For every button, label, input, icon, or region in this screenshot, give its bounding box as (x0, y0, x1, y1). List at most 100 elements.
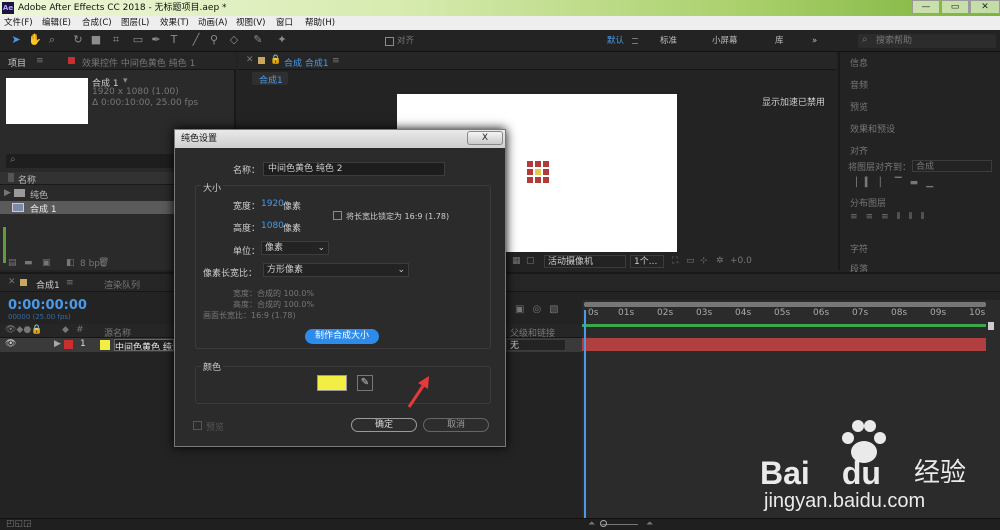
panel-effects-presets[interactable]: 效果和预设 (850, 122, 895, 135)
panel-info[interactable]: 信息 (850, 56, 868, 69)
work-area-end-icon[interactable] (988, 322, 994, 330)
layer-name[interactable]: 中间色黄色 纯色 (114, 339, 174, 351)
timeline-icon[interactable]: ▭ (686, 256, 695, 266)
zoom-tool-icon[interactable]: ⌕ (46, 34, 58, 46)
zoom-out-icon[interactable]: ⏶ (588, 519, 595, 529)
layer-label-color[interactable] (64, 340, 73, 349)
lock-icon[interactable]: 🔒 (270, 55, 281, 65)
minimize-button[interactable]: — (912, 0, 940, 14)
camera-tool-icon[interactable]: ■ (90, 34, 102, 46)
pan-behind-tool-icon[interactable]: ⌗ (110, 34, 122, 46)
zoom-slider[interactable] (602, 524, 638, 525)
exposure-value[interactable]: +0.0 (730, 256, 752, 266)
color-depth-icon[interactable]: ◧ (66, 258, 75, 268)
camera-select[interactable]: 活动摄像机 (544, 255, 626, 268)
cancel-button[interactable]: 取消 (423, 418, 489, 432)
mask-icon[interactable]: ▢ (526, 256, 535, 266)
pixel-aspect-select[interactable]: 方形像素 ⌄ (263, 263, 409, 277)
dialog-close-button[interactable]: X (467, 131, 503, 145)
panel-audio[interactable]: 音频 (850, 78, 868, 91)
clone-tool-icon[interactable]: ⚲ (208, 34, 220, 46)
expand-arrow-icon[interactable]: ▶ (4, 188, 11, 198)
puppet-tool-icon[interactable]: ✦ (276, 34, 288, 46)
rotate-tool-icon[interactable]: ↻ (72, 34, 84, 46)
parent-select[interactable]: 无 (506, 339, 566, 351)
menu-view[interactable]: 视图(V) (236, 17, 265, 29)
tab-render-queue[interactable]: 渲染队列 (104, 278, 140, 291)
menu-layer[interactable]: 图层(L) (121, 17, 149, 29)
new-comp-icon[interactable]: ▣ (42, 258, 51, 268)
menu-file[interactable]: 文件(F) (4, 17, 33, 29)
more-workspaces-button[interactable]: » (812, 35, 817, 47)
units-select[interactable]: 像素 ⌄ (261, 241, 329, 255)
roto-brush-icon[interactable]: ✎ (252, 34, 264, 46)
tab-project[interactable]: 项目 (8, 56, 26, 69)
trash-icon[interactable]: 🗑 (98, 258, 109, 268)
panel-menu-icon[interactable]: ≡ (36, 56, 44, 66)
panel-menu-icon[interactable]: ≡ (66, 278, 74, 288)
tab-composition[interactable]: 合成 合成1 (284, 56, 329, 69)
help-search-box[interactable]: ⌕ 搜索帮助 (858, 34, 996, 48)
solid-layer-anchor-grid[interactable] (527, 161, 549, 183)
new-folder-icon[interactable]: ▬ (24, 258, 33, 268)
reset-exposure-icon[interactable]: ✲ (716, 256, 724, 266)
maximize-button[interactable]: ▭ (941, 0, 969, 14)
lock-aspect-checkbox[interactable] (333, 211, 342, 220)
fast-preview-icon[interactable]: ⛶ (672, 256, 678, 266)
ok-button[interactable]: 确定 (351, 418, 417, 432)
panel-align[interactable]: 对齐 (850, 144, 868, 157)
distribute-buttons-icon[interactable]: ≡≡≡⦀⦀⦀ (850, 212, 933, 222)
panel-menu-icon[interactable]: ≡ (332, 56, 340, 66)
layer-duration-bar[interactable] (582, 338, 986, 351)
interpret-footage-icon[interactable]: ▤ (8, 258, 17, 268)
name-field[interactable]: 中间色黄色 纯色 2 (263, 162, 445, 176)
zoom-slider-handle[interactable] (600, 520, 607, 527)
close-tab-icon[interactable]: ✕ (246, 55, 254, 65)
workspace-menu-icon[interactable] (632, 38, 638, 44)
selection-tool-icon[interactable]: ➤ (10, 34, 22, 46)
workspace-default[interactable]: 默认 (607, 35, 624, 47)
eraser-tool-icon[interactable]: ◇ (228, 34, 240, 46)
playhead[interactable] (584, 310, 586, 520)
current-timecode[interactable]: 0:00:00:00 (8, 298, 87, 313)
menu-window[interactable]: 窗口 (276, 17, 293, 29)
brush-tool-icon[interactable]: ╱ (190, 34, 202, 46)
panel-preview[interactable]: 预览 (850, 100, 868, 113)
menu-effect[interactable]: 效果(T) (160, 17, 189, 29)
menu-edit[interactable]: 编辑(E) (42, 17, 71, 29)
eyedropper-icon[interactable]: ✎ (357, 375, 373, 391)
status-icons[interactable]: ◰◱◲ (6, 519, 32, 529)
breadcrumb-comp[interactable]: 合成1 (259, 73, 283, 86)
work-area-bar[interactable] (584, 302, 986, 307)
toggle-transparency-icon[interactable]: ▦ (512, 256, 521, 266)
time-ruler[interactable]: 0s 01s 02s 03s 04s 05s 06s 07s 08s 09s 1… (582, 308, 1000, 322)
zoom-in-icon[interactable]: ⏶ (646, 519, 653, 529)
timeline-tools-icon[interactable]: ▣◎▧ (515, 304, 567, 315)
flowchart-icon[interactable]: ⊹ (700, 256, 708, 266)
close-tab-icon[interactable]: ✕ (8, 277, 16, 287)
hand-tool-icon[interactable]: ✋ (28, 34, 42, 46)
workspace-library[interactable]: 库 (775, 35, 784, 47)
workspace-small-screen[interactable]: 小屏幕 (712, 35, 738, 47)
snap-checkbox[interactable] (385, 37, 394, 46)
views-select[interactable]: 1个... (630, 255, 664, 268)
width-value[interactable]: 1920 (261, 199, 284, 209)
menu-animation[interactable]: 动画(A) (198, 17, 227, 29)
align-to-select[interactable]: 合成 (912, 160, 992, 172)
expand-arrow-icon[interactable]: ▶ (54, 339, 61, 349)
comp-dropdown-icon[interactable]: ▾ (123, 76, 128, 86)
visibility-eye-icon[interactable]: 👁 (5, 339, 16, 349)
name-column-header[interactable]: 名称 (18, 173, 36, 186)
panel-character[interactable]: 字符 (850, 242, 868, 255)
close-window-button[interactable]: ✕ (970, 0, 1000, 14)
menu-help[interactable]: 帮助(H) (305, 17, 335, 29)
height-value[interactable]: 1080 (261, 221, 284, 231)
make-comp-size-button[interactable]: 制作合成大小 (305, 329, 379, 344)
rectangle-tool-icon[interactable]: ▭ (132, 34, 144, 46)
breadcrumb[interactable]: 合成1 (252, 72, 288, 86)
menu-composition[interactable]: 合成(C) (82, 17, 112, 29)
text-tool-icon[interactable]: T (168, 34, 180, 46)
tab-timeline-comp[interactable]: 合成1 (36, 278, 60, 291)
color-swatch[interactable] (317, 375, 347, 391)
pen-tool-icon[interactable]: ✒ (150, 34, 162, 46)
